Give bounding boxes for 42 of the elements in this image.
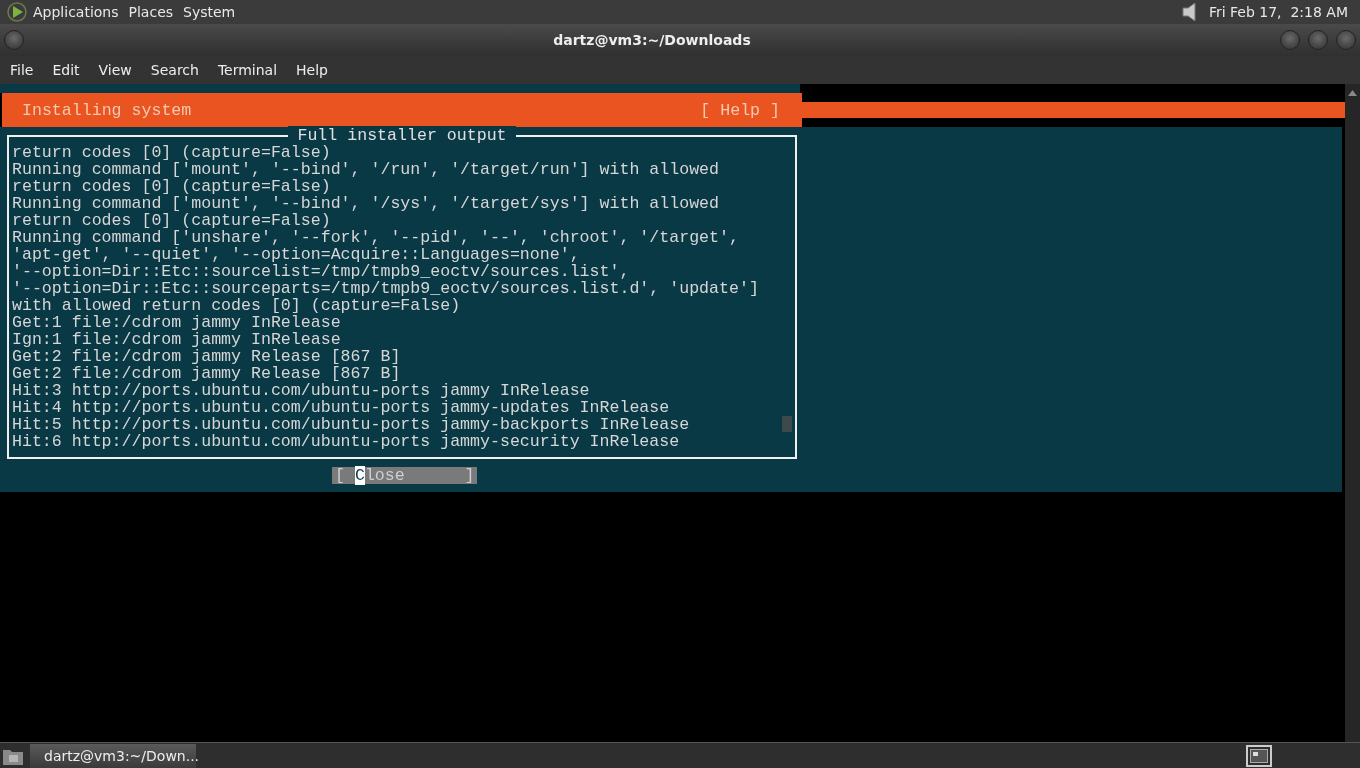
log-line: return codes [0] (capture=False) bbox=[12, 212, 331, 229]
log-line: Get:2 file:/cdrom jammy Release [867 B] bbox=[12, 365, 401, 382]
scroll-up-icon[interactable] bbox=[1348, 90, 1357, 96]
scroll-thumb[interactable] bbox=[782, 416, 792, 432]
log-line: Hit:4 http://ports.ubuntu.com/ubuntu-ports jammy-updates InRelease bbox=[12, 399, 670, 416]
close-button[interactable] bbox=[1336, 30, 1356, 50]
log-line: Running command ['unshare', '--fork', '--pid', '--', 'chroot', '/target', bbox=[12, 229, 739, 246]
dialog-title: Full installer output bbox=[288, 126, 516, 145]
log-line: Hit:3 http://ports.ubuntu.com/ubuntu-ports jammy InRelease bbox=[12, 382, 590, 399]
workspace-switcher[interactable] bbox=[1246, 744, 1272, 767]
log-line: Running command ['mount', '--bind', '/run', '/target/run'] with allowed bbox=[12, 161, 719, 178]
log-line: '--option=Dir::Etc::sourcelist=/tmp/tmpb9_eoctv/sources.list', bbox=[12, 263, 630, 280]
menu-item[interactable]: Help bbox=[289, 60, 335, 80]
menu-item[interactable]: Search bbox=[143, 60, 206, 80]
window-menu-button[interactable] bbox=[4, 30, 24, 50]
app-menu-icon[interactable] bbox=[6, 1, 28, 23]
log-line: Hit:6 http://ports.ubuntu.com/ubuntu-ports jammy-security InRelease bbox=[12, 433, 680, 450]
menu-item[interactable]: Edit bbox=[45, 60, 87, 80]
panel-menu[interactable]: Places bbox=[123, 2, 179, 22]
close-button[interactable]: [ Close ] bbox=[332, 467, 478, 484]
menu-item[interactable]: File bbox=[3, 60, 41, 80]
screen-title: Installing system bbox=[22, 101, 192, 119]
panel-menu[interactable]: Applications bbox=[28, 2, 124, 22]
log-line: Get:1 file:/cdrom jammy InRelease bbox=[12, 314, 341, 331]
workspace-icon bbox=[1250, 748, 1268, 763]
menu-item[interactable]: Terminal bbox=[210, 60, 285, 80]
log-line: Get:2 file:/cdrom jammy Release [867 B] bbox=[12, 348, 401, 365]
menu-item[interactable]: View bbox=[91, 60, 139, 80]
clock[interactable]: Fri Feb 17, 2:18 AM bbox=[1200, 4, 1354, 20]
taskbar-button[interactable]: dartz@vm3:~/Down... bbox=[30, 743, 196, 768]
log-line: Hit:5 http://ports.ubuntu.com/ubuntu-ports jammy-backports InRelease bbox=[12, 416, 690, 433]
log-line: Running command ['mount', '--bind', '/sys', '/target/sys'] with allowed bbox=[12, 195, 719, 212]
minimize-button[interactable] bbox=[1280, 30, 1300, 50]
log-line: return codes [0] (capture=False) bbox=[12, 178, 331, 195]
panel-menu[interactable]: System bbox=[178, 2, 241, 22]
window-title: dartz@vm3:~/Downloads bbox=[552, 32, 752, 48]
log-line: 'apt-get', '--quiet', '--option=Acquire::Languages=none', bbox=[12, 246, 580, 263]
maximize-button[interactable] bbox=[1308, 30, 1328, 50]
log-line: Ign:1 file:/cdrom jammy InRelease bbox=[12, 331, 341, 348]
log-line: '--option=Dir::Etc::sourceparts=/tmp/tmpb9_eoctv/sources.list.d', 'update'] bbox=[12, 280, 759, 297]
log-line: return codes [0] (capture=False) bbox=[12, 144, 331, 161]
log-line: with allowed return codes [0] (capture=False) bbox=[12, 297, 461, 314]
